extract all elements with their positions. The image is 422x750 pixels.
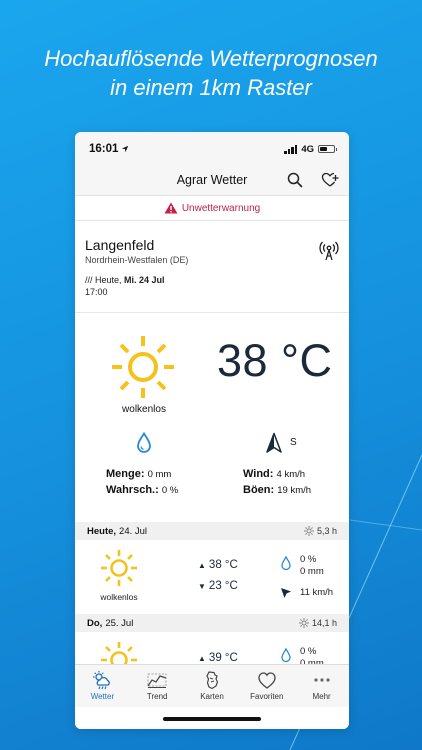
precip-prob-value: 0 % [300,646,317,657]
wind-label: Wind: [243,468,274,480]
day-condition: wolkenlos [100,592,138,602]
wind-direction-icon [266,432,282,453]
wind-speed: Wind: 4 km/h [243,468,305,480]
warning-triangle-icon [164,202,178,214]
location-name: Langenfeld [85,237,155,253]
day-header[interactable]: Heute, 24. Jul 5,3 h [75,522,349,540]
severe-weather-warning[interactable]: Unwetterwarnung [75,202,349,214]
precip-prob-value: 0 % [300,554,317,565]
tab-label: Favoriten [250,692,284,701]
min-temperature: ▼ 23 °C [198,580,238,592]
max-temperature: ▲ 38 °C [198,559,238,571]
divider [75,220,349,221]
tab-label: Karten [200,692,224,701]
date-bold: Mi. 24 Jul [124,275,165,285]
headline-line-1: Hochauflösende Wetterprognosen [44,46,378,71]
forecast-date: /// Heute, Mi. 24 Jul [85,275,165,285]
location-arrow-icon [122,145,129,153]
forecast-time: 17:00 [85,287,108,297]
raindrop-icon [137,432,151,453]
day-name: Heute, [87,525,117,537]
raindrop-icon [281,556,291,571]
weather-icon [93,671,111,690]
more-icon [313,678,330,682]
headline-line-2: in einem 1km Raster [110,75,312,100]
app-store-screenshot: { "headline": { "line1": "Hochauflösende… [0,0,422,750]
sun-hours-value: 14,1 h [311,618,337,628]
network-type: 4G [301,143,314,155]
battery-icon [318,145,337,153]
date-prefix: /// Heute, [85,275,125,285]
divider [75,312,349,313]
tab-mehr[interactable]: Mehr [294,665,349,707]
sun-small-icon [298,618,309,628]
day-wind-value: 11 km/h [300,587,334,598]
search-icon[interactable] [285,170,305,190]
precip-prob-value: 0 % [161,485,179,496]
wind-gusts: Böen: 19 km/h [243,484,311,496]
sun-icon [101,550,137,586]
status-bar: 16:01 4G [75,132,349,166]
tmax-value: 38 °C [208,559,238,571]
precip-amount: Menge: 0 mm [106,468,171,480]
promo-headline: Hochauflösende Wetterprognosen in einem … [0,44,422,102]
day-date: 24. Jul [119,525,148,537]
down-triangle-icon: ▼ [198,582,206,591]
sun-icon [112,336,174,398]
day-name: Do, [87,617,103,629]
phone-screen: 16:01 4G Agrar Wetter Unwetterwarnung La… [75,132,349,729]
precip-amount-label: Menge: [106,468,145,480]
precip-amount-value: 0 mm [147,469,172,480]
day-header[interactable]: Do, 25. Jul 14,1 h [75,614,349,632]
heart-icon [258,672,276,689]
precip-probability: Wahrsch.: 0 % [106,484,178,496]
status-time: 16:01 [89,143,119,155]
wind-value: 4 km/h [276,469,306,480]
precip-prob-label: Wahrsch.: [106,484,159,496]
warning-label: Unwetterwarnung [181,202,261,214]
day-date: 25. Jul [105,617,134,629]
up-triangle-icon: ▲ [198,561,206,570]
trend-icon [147,673,167,689]
up-triangle-icon: ▲ [198,654,206,663]
current-temperature: 38 °C [217,335,333,386]
day-precip-values: 0 % 0 mm [300,554,324,578]
sunshine-duration: 5,3 h [303,526,337,536]
precip-amount-value: 0 mm [300,566,324,577]
sun-hours-value: 5,3 h [316,526,337,536]
tmin-value: 23 °C [208,580,238,592]
app-title: Agrar Wetter [176,173,248,187]
tab-label: Mehr [312,692,331,701]
max-temperature: ▲ 39 °C [198,652,238,664]
cell-signal-icon [284,144,298,154]
heart-plus-icon[interactable] [320,170,340,190]
tab-bar: Wetter Trend Karten Favoriten Mehr [75,664,349,707]
tab-wetter[interactable]: Wetter [75,665,130,707]
tab-karten[interactable]: Karten [185,665,240,707]
wind-arrow-icon [281,588,291,598]
nav-bar: Agrar Wetter [75,166,349,196]
tab-label: Trend [146,692,168,701]
gusts-value: 19 km/h [277,485,312,496]
location-region: Nordrhein-Westfalen (DE) [85,255,189,265]
tab-label: Wetter [90,692,115,701]
raindrop-icon [281,648,291,663]
tab-trend[interactable]: Trend [130,665,185,707]
current-condition: wolkenlos [122,404,166,415]
tab-favoriten[interactable]: Favoriten [239,665,294,707]
radar-station-icon[interactable] [318,240,340,262]
gusts-label: Böen: [243,484,275,496]
sun-small-icon [303,526,314,536]
map-icon [206,671,219,690]
wind-direction: S [290,437,297,448]
sunshine-duration: 14,1 h [298,618,337,628]
home-indicator[interactable] [163,717,261,721]
tmax-value: 39 °C [208,652,238,664]
